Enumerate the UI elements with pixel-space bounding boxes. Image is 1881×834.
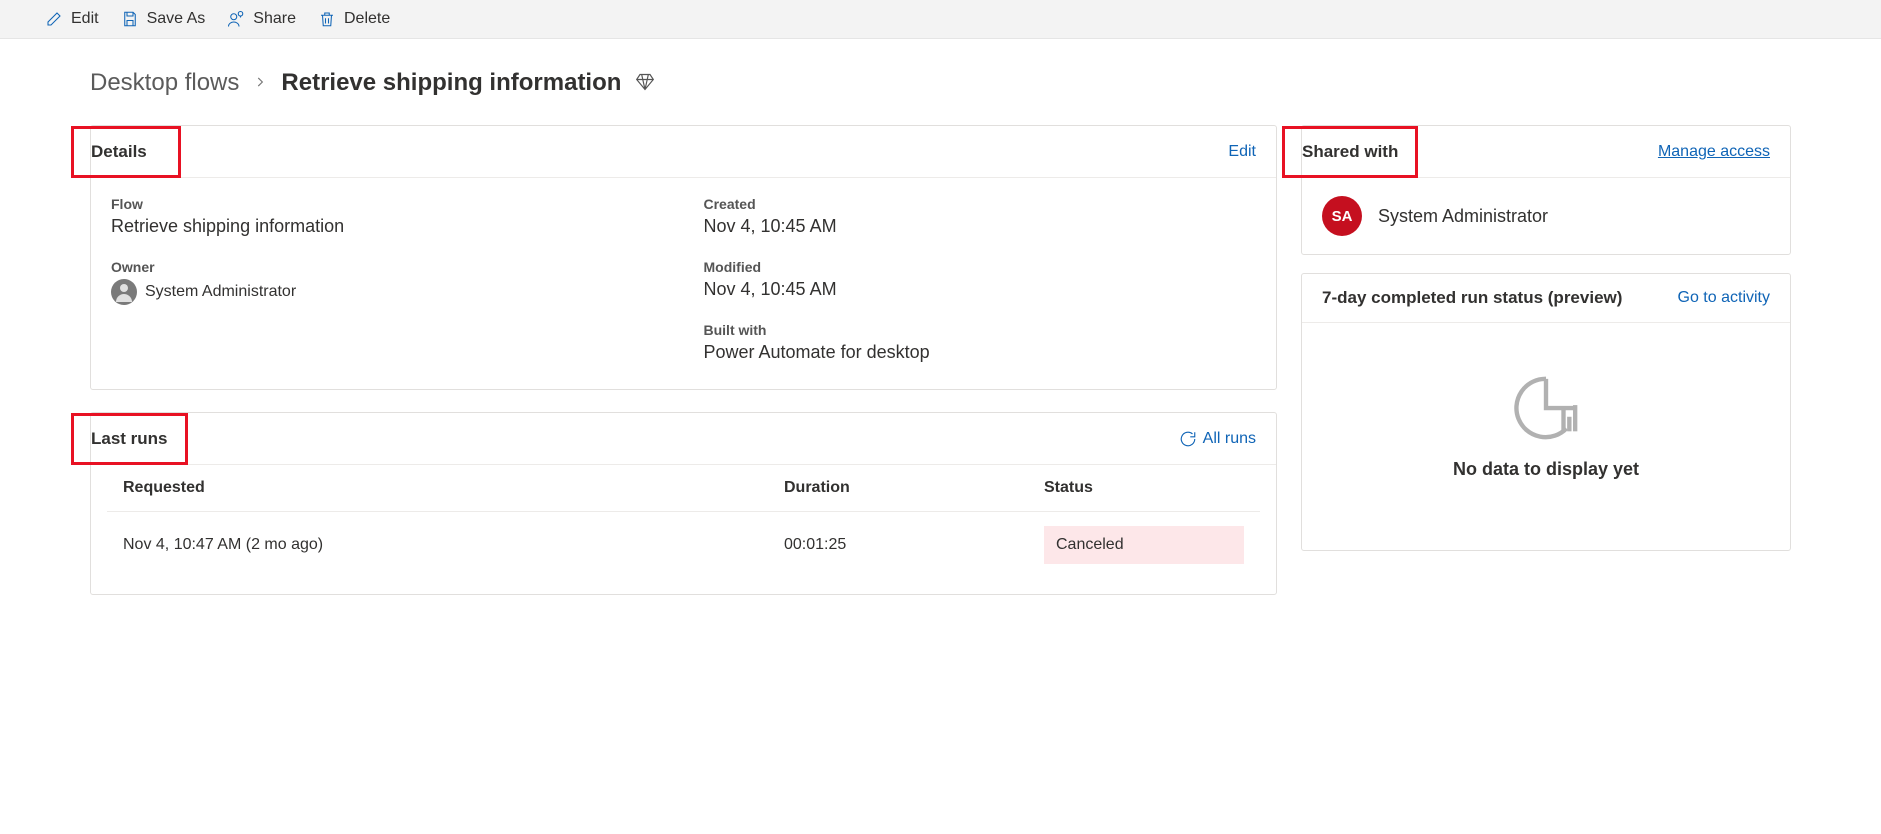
all-runs-label: All runs [1203,430,1256,448]
edit-icon [45,10,63,28]
share-label: Share [253,10,296,28]
save-as-icon [121,10,139,28]
status-badge: Canceled [1044,526,1244,564]
last-runs-title: Last runs [71,413,188,465]
builtwith-label: Built with [704,322,1257,338]
owner-name: System Administrator [145,283,296,301]
col-requested: Requested [123,479,784,497]
builtwith-value: Power Automate for desktop [704,342,1257,363]
save-as-label: Save As [147,10,206,28]
save-as-button[interactable]: Save As [121,10,206,28]
run-requested: Nov 4, 10:47 AM (2 mo ago) [123,536,784,554]
shared-user-row[interactable]: SA System Administrator [1302,178,1790,254]
chevron-right-icon [253,75,267,92]
toolbar: Edit Save As Share Delete [0,0,1881,39]
refresh-icon [1179,430,1197,448]
empty-state-text: No data to display yet [1453,459,1639,480]
shared-user-name: System Administrator [1378,206,1548,227]
table-row[interactable]: Nov 4, 10:47 AM (2 mo ago) 00:01:25 Canc… [107,512,1260,578]
modified-label: Modified [704,259,1257,275]
shared-with-title: Shared with [1282,126,1418,178]
details-card: Details Edit Flow Retrieve shipping info… [90,125,1277,390]
diamond-icon [635,72,655,95]
modified-value: Nov 4, 10:45 AM [704,279,1257,300]
breadcrumb: Desktop flows Retrieve shipping informat… [90,69,1791,97]
empty-state: No data to display yet [1302,323,1790,550]
run-status-title: 7-day completed run status (preview) [1322,288,1622,308]
share-button[interactable]: Share [227,10,296,28]
edit-label: Edit [71,10,99,28]
go-to-activity-link[interactable]: Go to activity [1678,289,1770,307]
page-content: Desktop flows Retrieve shipping informat… [0,39,1881,625]
share-icon [227,10,245,28]
run-status-card: 7-day completed run status (preview) Go … [1301,273,1791,551]
runs-table: Requested Duration Status Nov 4, 10:47 A… [107,465,1260,578]
edit-button[interactable]: Edit [45,10,99,28]
flow-label: Flow [111,196,664,212]
left-column: Details Edit Flow Retrieve shipping info… [90,125,1277,595]
created-value: Nov 4, 10:45 AM [704,216,1257,237]
owner-row: System Administrator [111,279,664,305]
delete-button[interactable]: Delete [318,10,390,28]
shared-with-card: Shared with Manage access SA System Admi… [1301,125,1791,255]
run-duration: 00:01:25 [784,536,1044,554]
runs-table-header: Requested Duration Status [107,465,1260,512]
all-runs-link[interactable]: All runs [1179,430,1256,448]
details-edit-link[interactable]: Edit [1228,143,1256,161]
owner-label: Owner [111,259,664,275]
page-title: Retrieve shipping information [281,69,621,97]
main-grid: Details Edit Flow Retrieve shipping info… [90,125,1791,595]
pie-chart-icon [1511,373,1581,443]
flow-value: Retrieve shipping information [111,216,664,237]
delete-icon [318,10,336,28]
right-column: Shared with Manage access SA System Admi… [1301,125,1791,551]
avatar: SA [1322,196,1362,236]
col-status: Status [1044,479,1244,497]
breadcrumb-root[interactable]: Desktop flows [90,69,239,97]
last-runs-card: Last runs All runs Requested Duration St… [90,412,1277,595]
col-duration: Duration [784,479,1044,497]
delete-label: Delete [344,10,390,28]
created-label: Created [704,196,1257,212]
avatar-icon [111,279,137,305]
manage-access-link[interactable]: Manage access [1658,143,1770,161]
details-title: Details [71,126,181,178]
